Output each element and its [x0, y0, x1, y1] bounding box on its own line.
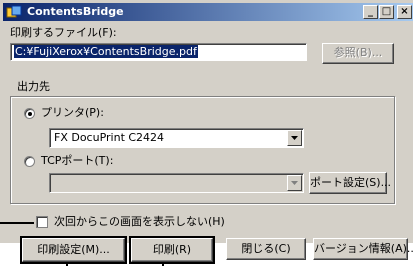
title-bar[interactable]: ContentsBridge _ □ × — [3, 3, 413, 21]
maximize-button[interactable]: □ — [379, 5, 394, 19]
browse-button[interactable]: 参照(B)... — [322, 43, 394, 64]
app-icon — [6, 5, 22, 18]
tcp-port-dropdown-button[interactable] — [287, 175, 302, 191]
close-dialog-button[interactable]: 閉じる(C) — [226, 238, 306, 260]
printer-radio[interactable] — [24, 108, 35, 119]
callout-line-checkbox — [0, 222, 34, 224]
window-title: ContentsBridge — [27, 5, 124, 18]
printer-select-value: FX DocuPrint C2424 — [54, 131, 165, 144]
chevron-down-icon — [291, 181, 298, 185]
version-info-button[interactable]: バージョン情報(A)... — [313, 238, 413, 260]
tcp-port-select[interactable] — [49, 173, 304, 193]
callout-line-print — [162, 262, 164, 266]
tcp-port-radio-label: TCPポート(T): — [41, 154, 114, 167]
contentsbridge-dialog: ContentsBridge _ □ × 印刷するファイル(F): C:¥Fuj… — [0, 0, 413, 264]
minimize-button[interactable]: _ — [363, 5, 378, 19]
radio-selected-dot — [28, 112, 32, 116]
printer-dropdown-button[interactable] — [287, 130, 302, 146]
printer-select[interactable]: FX DocuPrint C2424 — [49, 128, 304, 148]
dont-show-again-checkbox[interactable] — [36, 216, 48, 228]
file-label: 印刷するファイル(F): — [10, 26, 117, 39]
file-path-value: C:¥FujiXerox¥ContentsBridge.pdf — [14, 45, 198, 58]
dont-show-again-label: 次回からこの画面を表示しない(H) — [54, 215, 225, 228]
print-settings-button[interactable]: 印刷設定(M)... — [20, 236, 127, 264]
chevron-down-icon — [291, 136, 298, 140]
print-button[interactable]: 印刷(R) — [129, 236, 215, 264]
tcp-port-radio[interactable] — [24, 156, 35, 167]
file-path-field[interactable]: C:¥FujiXerox¥ContentsBridge.pdf — [10, 43, 307, 61]
printer-radio-label: プリンタ(P): — [41, 106, 104, 119]
output-group-label: 出力先 — [14, 80, 53, 94]
close-button[interactable]: × — [397, 5, 412, 19]
port-settings-button[interactable]: ポート設定(S)... — [309, 172, 391, 194]
callout-line-print-settings — [66, 262, 68, 266]
